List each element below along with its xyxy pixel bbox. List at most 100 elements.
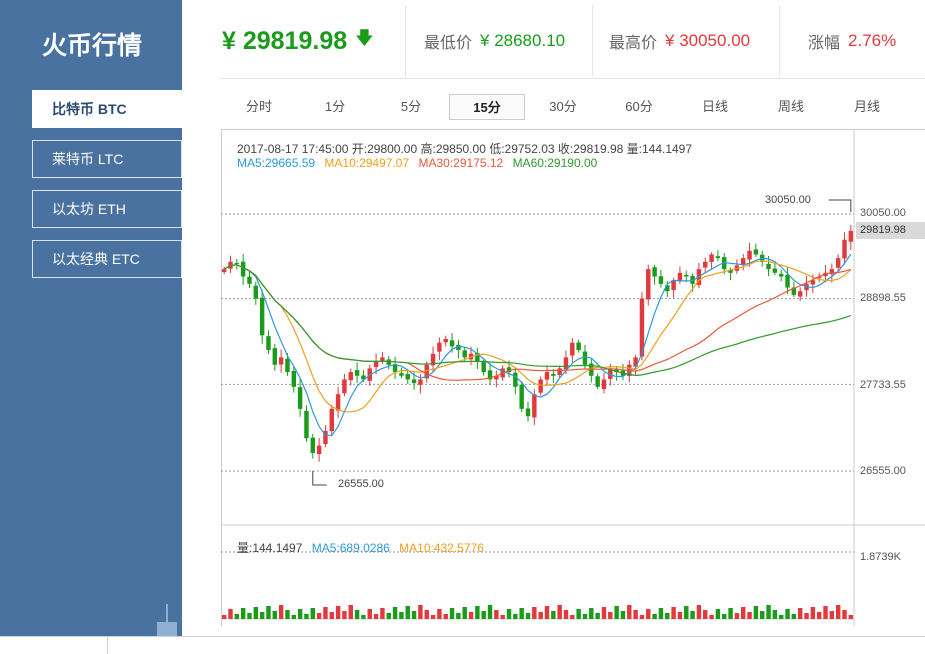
tab-daily[interactable]: 日线: [677, 94, 753, 120]
price-tick-label: 28898.55: [860, 292, 906, 304]
candle-body: [335, 394, 341, 411]
volume-bar: [411, 611, 417, 619]
candle-body: [316, 445, 322, 455]
volume-bar: [722, 614, 727, 619]
candle-body: [658, 276, 664, 284]
high-marker-label: 30050.00: [765, 194, 811, 206]
high-price-value: ¥ 30050.00: [665, 31, 751, 50]
candle-body: [481, 362, 486, 373]
candle-body: [291, 370, 297, 387]
tab-60min[interactable]: 60分: [601, 94, 677, 120]
volume-bar: [582, 614, 588, 619]
candle-body: [437, 342, 442, 352]
volume-bar: [563, 610, 569, 619]
tab-1min[interactable]: 1分: [297, 94, 373, 120]
volume-bar: [297, 609, 303, 619]
low-price-cell: 最低价 ¥ 28680.10: [406, 5, 593, 77]
volume-bar: [475, 606, 480, 619]
app-title: 火币行情: [42, 32, 143, 60]
tab-5min[interactable]: 5分: [373, 94, 449, 120]
candle-body: [582, 351, 588, 365]
volume-bar: [354, 610, 360, 619]
candle-body: [563, 357, 569, 370]
volume-ma5: MA5:689.0286: [311, 541, 390, 555]
tab-timeline[interactable]: 分时: [221, 94, 297, 120]
volume-bar: [823, 606, 828, 619]
volume-bar: [221, 615, 227, 619]
candle-body: [354, 370, 360, 376]
volume-bar: [228, 609, 233, 619]
volume-bar: [614, 606, 619, 619]
volume-bar: [373, 614, 379, 619]
tab-weekly[interactable]: 周线: [753, 94, 829, 120]
volume-bar: [500, 615, 505, 619]
volume-bar: [247, 613, 252, 619]
volume-bar: [595, 613, 600, 619]
sidebar-item-ltc[interactable]: 莱特币 LTC: [32, 140, 182, 178]
candle-body: [247, 276, 252, 284]
candle-body: [278, 357, 284, 365]
candle-body: [513, 372, 518, 387]
tab-monthly[interactable]: 月线: [829, 94, 905, 120]
volume-bar: [633, 610, 638, 619]
price-tick-label: 30050.00: [860, 207, 906, 219]
volume-bar: [570, 615, 575, 619]
sidebar-item-etc[interactable]: 以太经典 ETC: [32, 240, 182, 278]
candle-body: [310, 437, 316, 453]
volume-bar: [361, 615, 366, 619]
candle-body: [848, 230, 854, 242]
ohlc-info: 2017-08-17 17:45:00 开:29800.00 高:29850.0…: [237, 142, 693, 156]
volume-bar: [709, 615, 714, 619]
ticker-divider: [220, 78, 925, 79]
sidebar-scroll-handle[interactable]: [157, 622, 177, 636]
price-tick-label: 26555.00: [860, 465, 906, 477]
tab-15min[interactable]: 15分: [449, 94, 525, 120]
volume-bar: [285, 610, 290, 619]
volume-bar: [240, 608, 246, 619]
volume-bar: [658, 608, 664, 619]
candle-body: [253, 285, 259, 299]
candle-body: [646, 269, 651, 300]
volume-bar: [234, 614, 240, 619]
volume-bar: [367, 609, 372, 619]
volume-bar: [816, 612, 822, 619]
volume-bar: [494, 610, 499, 619]
sidebar-scroll-stem: [166, 604, 168, 624]
volume-bar: [684, 606, 689, 619]
volume-bar: [399, 612, 404, 619]
volume-bar: [601, 607, 607, 619]
current-price-tag: 29819.98: [856, 222, 925, 239]
candle-body: [595, 376, 600, 387]
ma5-line: [223, 253, 852, 436]
sidebar-item-btc[interactable]: 比特币 BTC: [32, 90, 182, 128]
volume-bar: [715, 609, 721, 619]
volume-bar: [646, 609, 651, 619]
volume-bar: [589, 608, 594, 619]
volume-bar: [829, 611, 835, 619]
ma60-info: MA60:29190.00: [512, 156, 598, 170]
volume-bar: [259, 612, 265, 619]
volume-bar: [627, 605, 632, 619]
volume-bar: [487, 605, 493, 619]
candle-body: [538, 379, 543, 393]
last-price-cell: ¥ 29819.98 🡇: [182, 5, 406, 77]
volume-bar: [753, 606, 759, 619]
volume-info: 量:144.1497 MA5:689.0286 MA10:432.5776: [237, 539, 490, 556]
volume-bar: [576, 609, 581, 619]
volume-bar: [810, 607, 816, 619]
candle-body: [525, 408, 531, 417]
high-price-label: 最高价: [609, 35, 658, 52]
volume-bar: [848, 615, 854, 619]
volume-bar: [842, 610, 847, 619]
candle-body: [677, 272, 683, 281]
volume-bar: [462, 607, 467, 619]
candle-body: [519, 384, 524, 409]
volume-bar: [620, 611, 626, 619]
volume-bar: [696, 605, 702, 619]
candle-body: [399, 373, 404, 376]
volume-bar: [652, 614, 657, 619]
tab-30min[interactable]: 30分: [525, 94, 601, 120]
volume-bar: [335, 606, 341, 619]
sidebar-item-eth[interactable]: 以太坊 ETH: [32, 190, 182, 228]
volume-bar: [443, 614, 448, 619]
